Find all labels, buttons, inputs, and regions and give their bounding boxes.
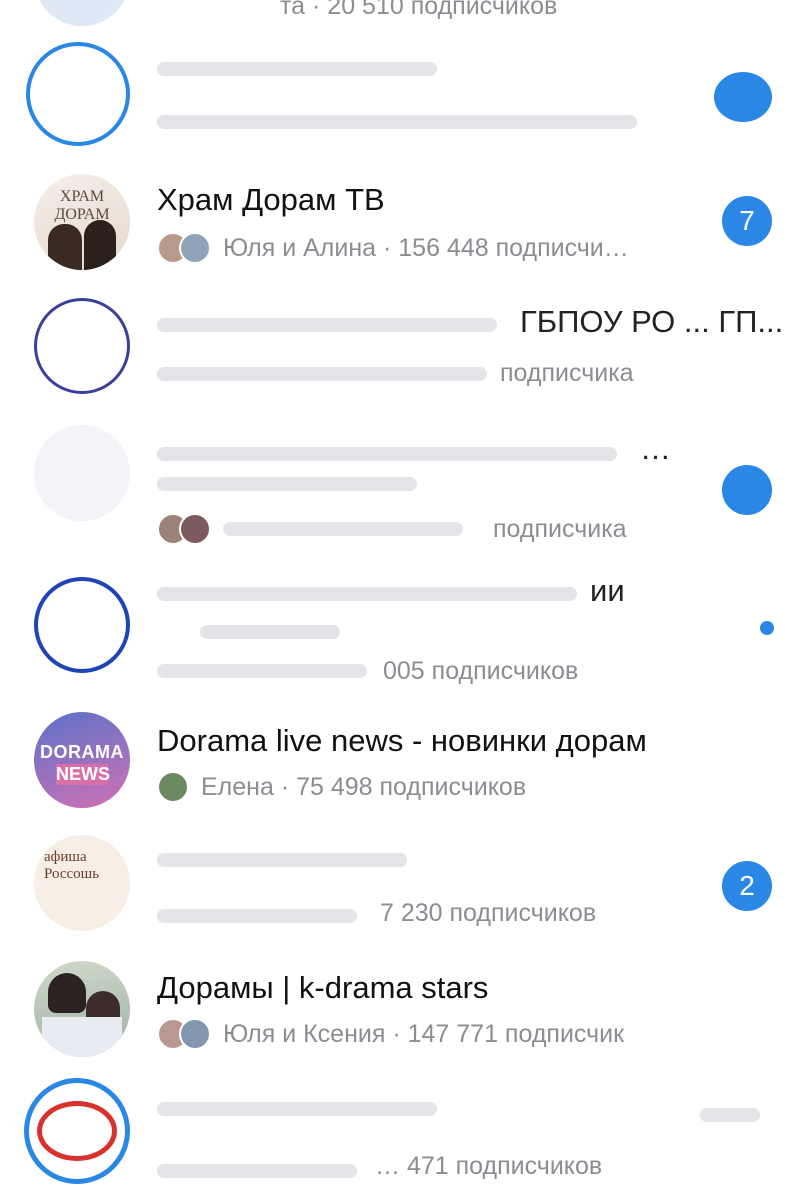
chat-subtitle-wrap: подписчика (157, 511, 627, 547)
chat-row-obscured[interactable]: … 471 подписчиков (0, 1072, 806, 1200)
chat-subtitle-wrap: Юля и Ксения · 147 771 подписчик (157, 1016, 624, 1052)
unread-badge: 7 (722, 196, 772, 246)
chat-row[interactable]: Дорамы | k-drama stars Юля и Ксения · 14… (0, 952, 806, 1067)
chat-row-obscured[interactable]: подписчика (0, 355, 806, 415)
chat-row[interactable]: DORAMA NEWS Dorama live news - новинки д… (0, 705, 806, 820)
chat-avatar: афиша Россошь (34, 835, 130, 931)
chat-row-obscured[interactable]: … подписчика (0, 415, 806, 560)
chat-title-placeholder (157, 853, 407, 867)
chat-avatar (34, 961, 130, 1057)
chat-subtitle-placeholder (157, 664, 367, 678)
member-avatars (157, 513, 211, 545)
chat-subtitle-fragment: 7 230 подписчиков (380, 899, 597, 927)
chat-subtitle: Юля и Ксения · 147 771 подписчик (223, 1019, 625, 1048)
chat-subtitle-fragment: подписчика (500, 359, 634, 387)
chat-subtitle-wrap: Елена · 75 498 подписчиков (157, 769, 526, 805)
chat-row-obscured[interactable]: ии 005 подписчиков (0, 565, 806, 700)
unread-badge (722, 465, 772, 515)
chat-title: Dorama live news - новинки дорам (157, 723, 647, 758)
unread-dot (760, 621, 774, 635)
member-avatars (157, 771, 189, 803)
chat-title: Храм Дорам ТВ (157, 182, 385, 217)
chat-avatar (34, 577, 130, 673)
member-avatar (179, 232, 211, 264)
avatar-label-line2: NEWS (56, 764, 110, 785)
chat-row-obscured[interactable] (0, 40, 806, 165)
unread-badge (714, 72, 772, 122)
chat-title-placeholder (200, 625, 340, 639)
chat-title-placeholder (157, 62, 437, 76)
unread-badge: 2 (722, 861, 772, 911)
chat-row-partial-top[interactable]: та · 20 510 подписчиков (0, 0, 806, 30)
chat-avatar (24, 1078, 130, 1184)
avatar-label: ХРАМ ДОРАМ (54, 188, 110, 223)
chat-title-placeholder (157, 477, 417, 491)
chat-subtitle-placeholder (157, 115, 637, 129)
avatar-label: афиша Россошь (44, 849, 100, 882)
chat-title-placeholder (157, 1102, 437, 1116)
chat-title-fragment: ии (590, 573, 625, 608)
chat-subtitle-wrap: 005 подписчиков (157, 653, 578, 689)
chat-subtitle-fragment: та · 20 510 подписчиков (280, 0, 558, 20)
chat-title-placeholder (157, 447, 617, 461)
chat-title-placeholder (157, 318, 497, 332)
chat-title-placeholder (157, 587, 577, 601)
chat-subtitle-placeholder (157, 1164, 357, 1178)
chat-subtitle-fragment: … 471 подписчиков (375, 1152, 603, 1180)
member-avatar (179, 1018, 211, 1050)
member-avatars (157, 232, 211, 264)
chat-avatar (26, 42, 130, 146)
chat-avatar: ХРАМ ДОРАМ (34, 174, 130, 270)
chat-subtitle: Елена · 75 498 подписчиков (201, 772, 527, 801)
chat-row[interactable]: ХРАМ ДОРАМ Храм Дорам ТВ Юля и Алина · 1… (0, 168, 806, 283)
chat-subtitle: Юля и Алина · 156 448 подписчи… (223, 233, 629, 262)
chat-subtitle-placeholder (223, 522, 463, 536)
avatar-label-line1: DORAMA (40, 742, 124, 762)
chat-subtitle-placeholder (157, 909, 357, 923)
chat-subtitle-placeholder (157, 367, 487, 381)
member-avatars (157, 1018, 211, 1050)
chat-title-placeholder (700, 1108, 760, 1122)
chat-avatar: DORAMA NEWS (34, 712, 130, 808)
member-avatar (179, 513, 211, 545)
chat-avatar (34, 0, 130, 26)
chat-avatar (34, 425, 130, 521)
chat-title: Дорамы | k-drama stars (157, 970, 489, 1005)
chat-subtitle-wrap: Юля и Алина · 156 448 подписчи… (157, 230, 629, 266)
chat-subtitle-fragment: подписчика (493, 514, 627, 543)
chat-row-obscured[interactable]: афиша Россошь 7 230 подписчиков 2 (0, 825, 806, 945)
chat-title-fragment: ГБПОУ РО ... ГП... (520, 304, 784, 339)
chat-title-fragment: … (640, 431, 671, 466)
chat-subtitle-fragment: 005 подписчиков (383, 656, 579, 685)
member-avatar (157, 771, 189, 803)
